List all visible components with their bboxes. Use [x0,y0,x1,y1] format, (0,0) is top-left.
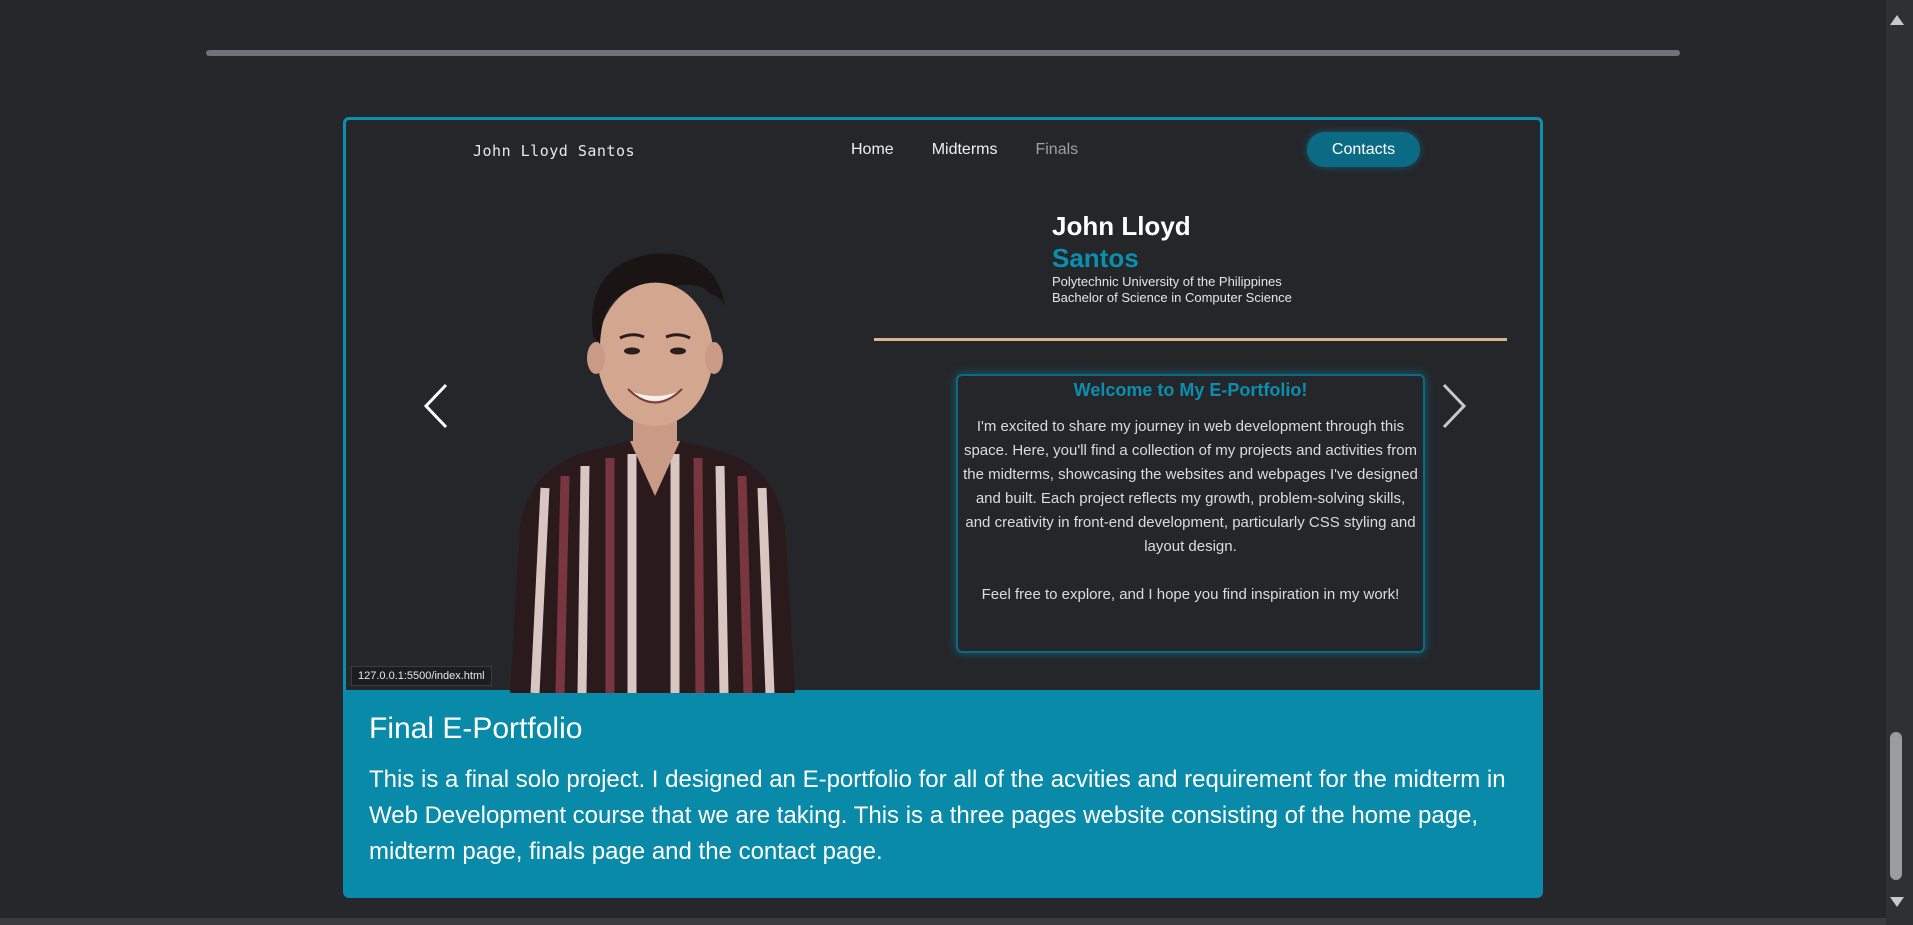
nav-home[interactable]: Home [851,141,894,159]
chevron-right-icon [1442,383,1467,429]
nav-midterms[interactable]: Midterms [932,141,998,159]
chevron-left-icon [423,383,448,429]
profile-photo [470,226,840,694]
welcome-body: I'm excited to share my journey in web d… [963,418,1418,555]
profile-school: Polytechnic University of the Philippine… [1052,274,1282,289]
contacts-button[interactable]: Contacts [1307,132,1420,167]
page: John Lloyd Santos Home Midterms Finals C… [0,0,1886,918]
site-brand[interactable]: John Lloyd Santos [473,142,635,160]
profile-degree: Bachelor of Science in Computer Science [1052,290,1292,305]
welcome-box: Welcome to My E-Portfolio! I'm excited t… [956,374,1425,653]
welcome-closing: Feel free to explore, and I hope you fin… [981,586,1400,603]
top-divider [206,50,1680,56]
scroll-up-button[interactable] [1888,12,1906,26]
triangle-down-icon [1890,897,1904,907]
carousel-next-button[interactable] [1438,383,1468,429]
carousel-prev-button[interactable] [422,383,452,429]
triangle-up-icon [1890,15,1904,25]
nav-finals[interactable]: Finals [1035,141,1078,159]
scroll-thumb[interactable] [1890,732,1902,880]
bottom-edge [0,918,1886,925]
profile-first-name: John Lloyd [1052,211,1191,241]
project-title: Final E-Portfolio [369,712,583,745]
welcome-title: Welcome to My E-Portfolio! [1073,380,1308,400]
profile-divider [874,338,1507,341]
site-nav: Home Midterms Finals [851,141,1078,159]
profile-name-block: John Lloyd Santos Polytechnic University… [1052,210,1292,306]
profile-last-name: Santos [1052,243,1139,273]
project-description: This is a final solo project. I designed… [369,766,1506,865]
scroll-down-button[interactable] [1888,894,1906,908]
link-status-url: 127.0.0.1:5500/index.html [351,666,492,686]
project-card[interactable]: John Lloyd Santos Home Midterms Finals C… [343,117,1543,898]
project-preview[interactable]: John Lloyd Santos Home Midterms Finals C… [343,117,1543,694]
